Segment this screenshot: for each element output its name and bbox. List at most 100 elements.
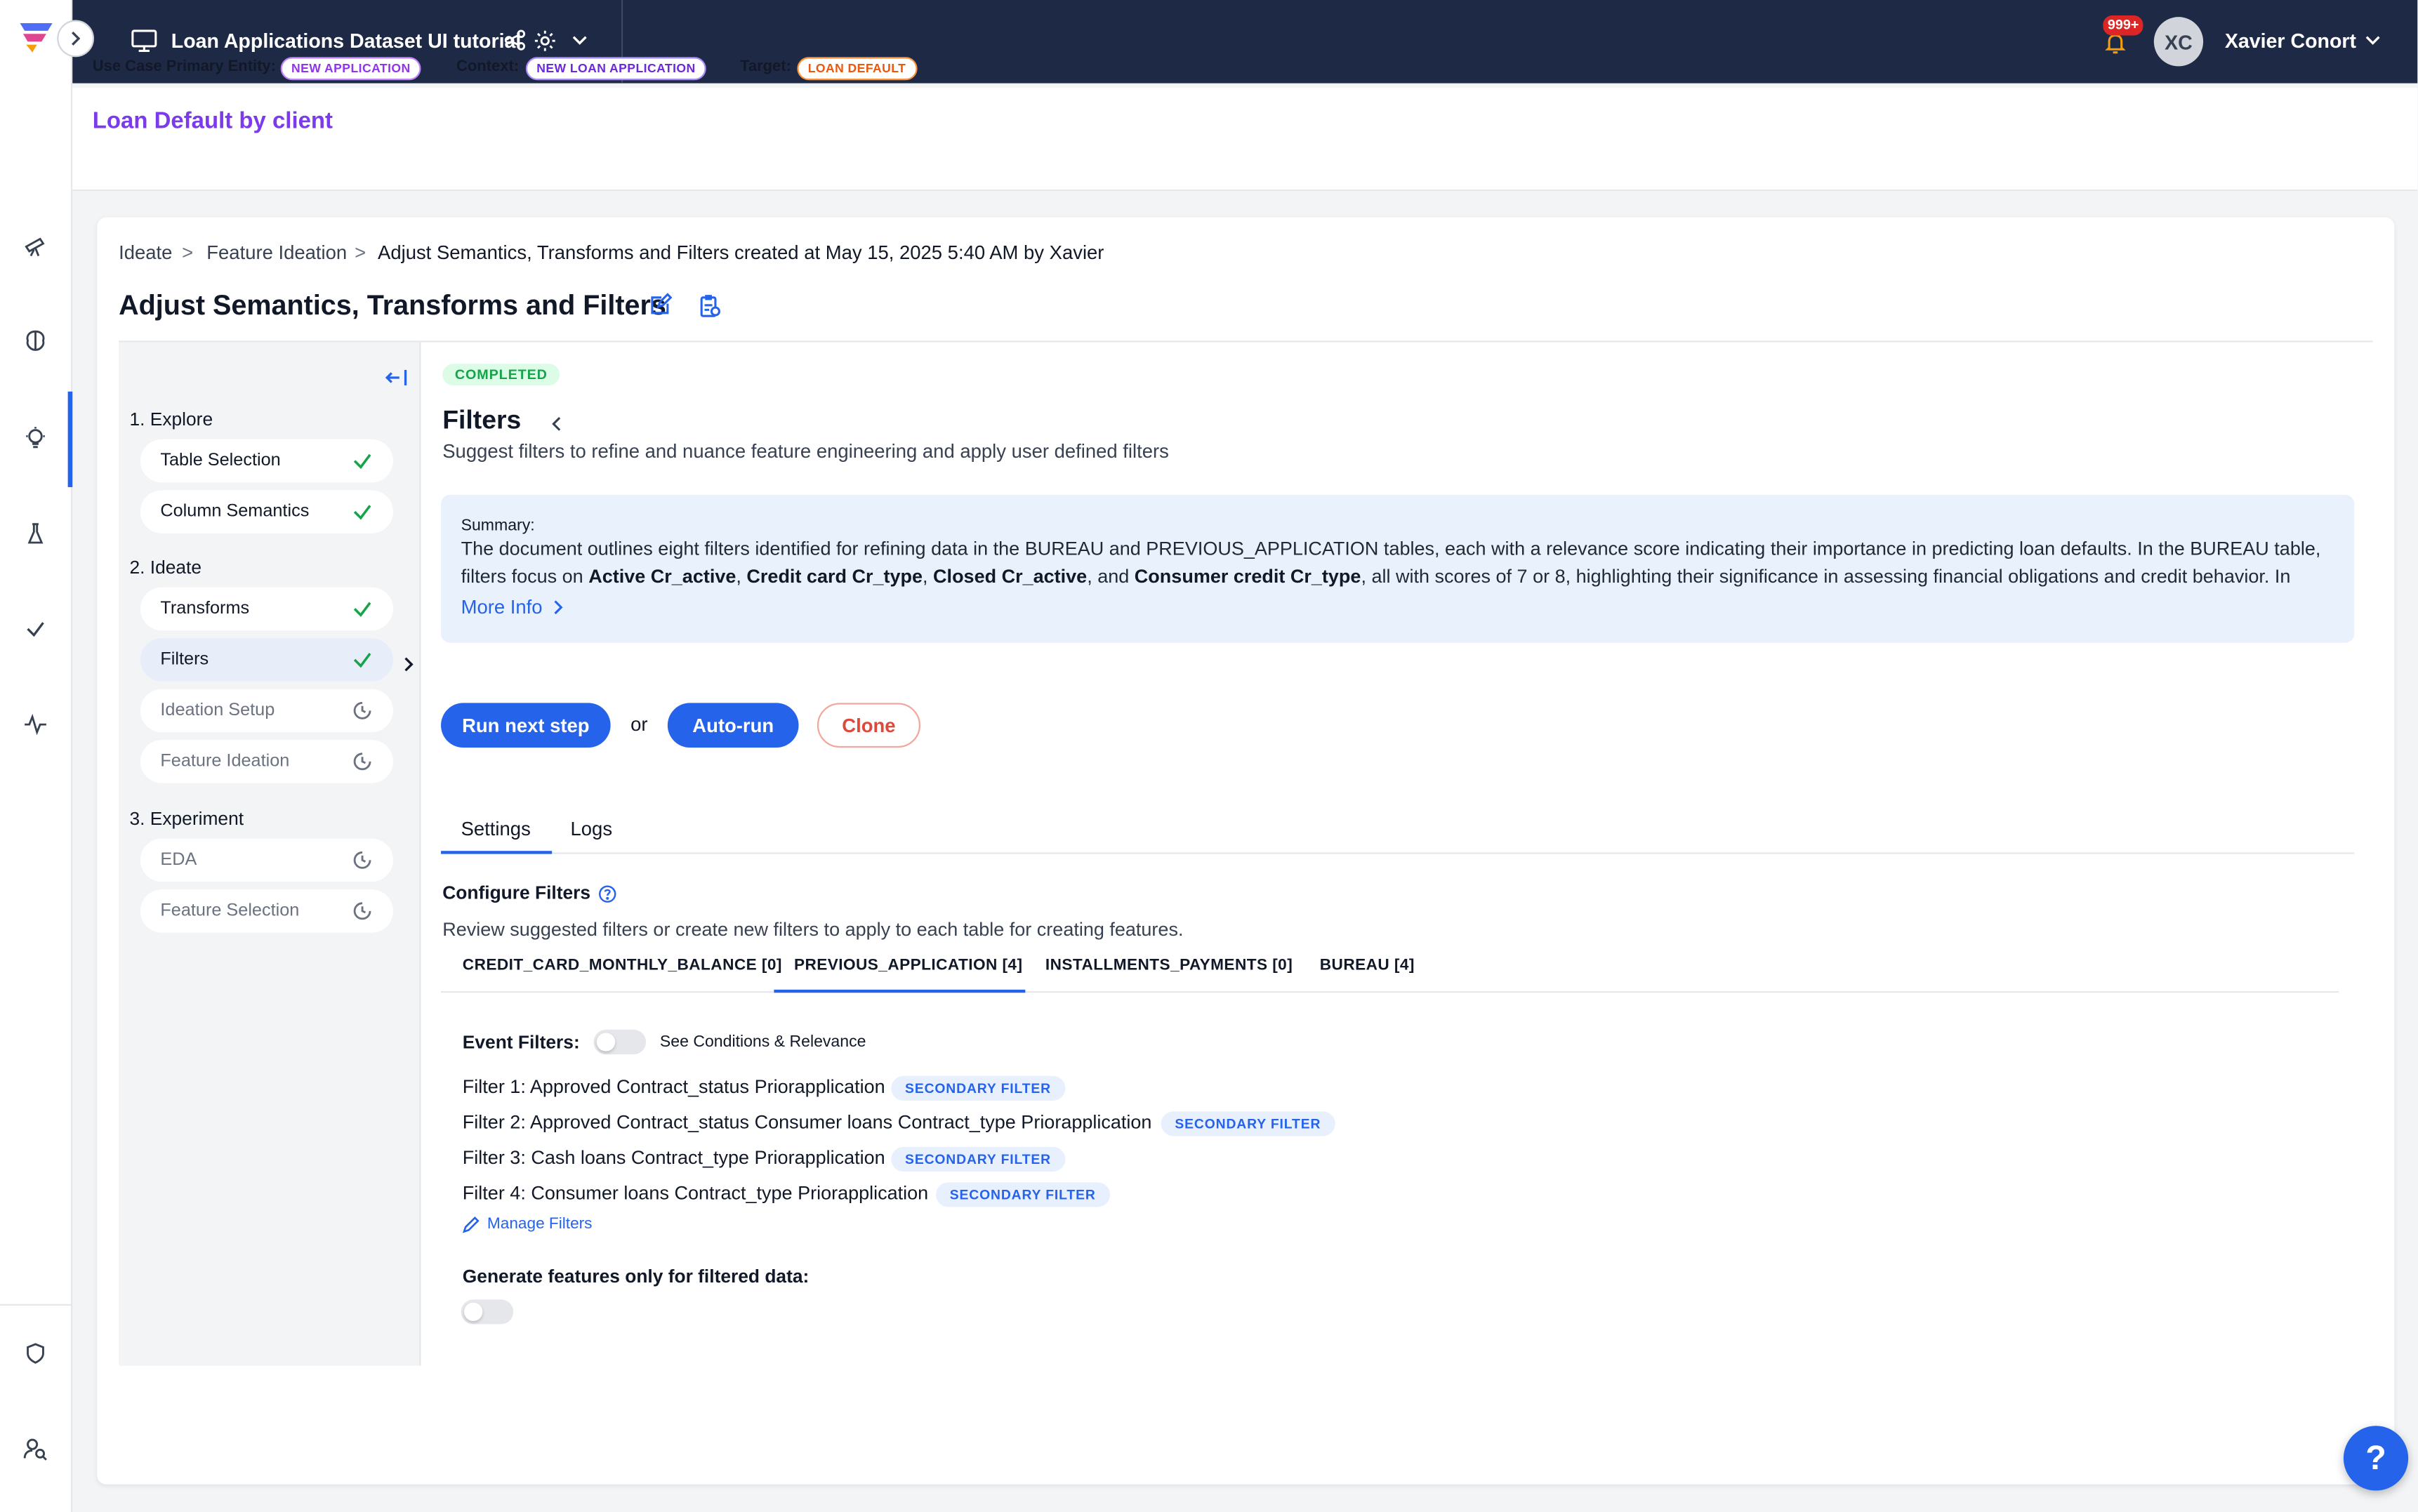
- step-label: Feature Selection: [160, 901, 300, 921]
- pending-clock-icon: [353, 902, 371, 920]
- configure-filters-description: Review suggested filters or create new f…: [442, 918, 1184, 941]
- rail-divider: [0, 1304, 73, 1306]
- table-tab-installments-payments[interactable]: INSTALLMENTS_PAYMENTS [0]: [1045, 957, 1293, 974]
- collapse-panel-icon[interactable]: [384, 367, 409, 389]
- step-label: EDA: [160, 851, 197, 870]
- summary-text: The document outlines eight filters iden…: [461, 538, 2321, 588]
- section-description: Suggest filters to refine and nuance fea…: [442, 441, 1169, 463]
- table-tab-previous-application[interactable]: PREVIOUS_APPLICATION [4]: [794, 957, 1022, 974]
- manage-filters-link[interactable]: Manage Filters: [462, 1216, 593, 1233]
- auto-run-button[interactable]: Auto-run: [667, 703, 799, 748]
- user-menu-chevron-icon[interactable]: [2359, 26, 2387, 54]
- step-label: Table Selection: [160, 451, 281, 470]
- chevron-right-icon: [554, 600, 563, 615]
- step-label: Ideation Setup: [160, 701, 275, 720]
- left-rail: [0, 0, 73, 1512]
- configure-filters-title: Configure Filters: [442, 882, 591, 903]
- context-badge[interactable]: NEW LOAN APPLICATION: [525, 57, 707, 81]
- user-name[interactable]: Xavier Conort: [2225, 29, 2356, 53]
- or-text: or: [630, 713, 648, 736]
- filter-item-2: Filter 2: Approved Contract_status Consu…: [462, 1111, 1152, 1134]
- shield-icon[interactable]: [18, 1337, 52, 1370]
- section-title: Filters: [442, 405, 522, 435]
- check-icon: [353, 505, 371, 520]
- breadcrumb-separator: >: [182, 241, 194, 264]
- status-badge: COMPLETED: [442, 364, 560, 385]
- table-tab-credit-card-monthly-balance[interactable]: CREDIT_CARD_MONTHLY_BALANCE [0]: [463, 957, 782, 974]
- gear-icon[interactable]: [530, 26, 558, 54]
- chevron-down-icon[interactable]: [566, 26, 594, 54]
- title-divider: [119, 340, 2373, 343]
- active-nav-indicator: [67, 391, 73, 487]
- tab-settings[interactable]: Settings: [461, 818, 531, 840]
- active-table-tab-indicator: [774, 989, 1026, 993]
- step-ideation-setup[interactable]: Ideation Setup: [140, 689, 393, 733]
- pending-clock-icon: [353, 851, 371, 869]
- breadcrumb-item-ideate[interactable]: Ideate: [119, 242, 172, 264]
- pending-clock-icon: [353, 701, 371, 719]
- use-case-header: Loan Default by client: [72, 88, 2418, 192]
- edit-icon[interactable]: [647, 293, 673, 317]
- see-conditions-label: See Conditions & Relevance: [659, 1033, 866, 1052]
- step-transforms[interactable]: Transforms: [140, 587, 393, 631]
- breadcrumb-separator: >: [355, 241, 366, 264]
- check-icon[interactable]: [18, 612, 52, 646]
- secondary-filter-badge: SECONDARY FILTER: [935, 1182, 1110, 1207]
- active-tab-indicator: [441, 851, 553, 854]
- context-label: Context:: [456, 58, 520, 76]
- more-info-link[interactable]: More Info: [461, 597, 563, 618]
- table-tab-bureau[interactable]: BUREAU [4]: [1320, 957, 1415, 974]
- expand-rail-button[interactable]: [57, 20, 94, 58]
- table-tabs-divider: [441, 991, 2339, 993]
- brain-icon[interactable]: [18, 324, 52, 357]
- page-title: Adjust Semantics, Transforms and Filters: [119, 289, 666, 321]
- pending-clock-icon: [353, 752, 371, 771]
- tabs-divider: [441, 852, 2355, 854]
- tab-logs[interactable]: Logs: [571, 818, 613, 840]
- primary-entity-label: Use Case Primary Entity:: [92, 58, 276, 76]
- step-filters[interactable]: Filters: [140, 638, 393, 682]
- target-badge[interactable]: LOAN DEFAULT: [797, 57, 917, 81]
- step-feature-ideation[interactable]: Feature Ideation: [140, 740, 393, 783]
- primary-entity-badge[interactable]: NEW APPLICATION: [280, 57, 421, 81]
- avatar[interactable]: XC: [2153, 17, 2204, 67]
- step-feature-selection[interactable]: Feature Selection: [140, 889, 393, 933]
- app-logo[interactable]: [15, 18, 55, 55]
- step-label: Transforms: [160, 599, 250, 618]
- step-label: Filters: [160, 650, 209, 670]
- flask-icon[interactable]: [18, 517, 52, 550]
- help-button[interactable]: ?: [2343, 1426, 2409, 1491]
- check-icon: [353, 653, 371, 668]
- lightbulb-icon[interactable]: [18, 421, 52, 455]
- check-icon: [353, 602, 371, 617]
- telescope-icon[interactable]: [18, 228, 52, 262]
- help-circle-icon[interactable]: [598, 883, 616, 903]
- share-icon[interactable]: [501, 26, 529, 54]
- step-column-semantics[interactable]: Column Semantics: [140, 490, 393, 533]
- activity-icon[interactable]: [18, 708, 52, 741]
- monitor-icon: [129, 26, 157, 54]
- event-filters-label: Event Filters:: [462, 1031, 580, 1053]
- user-search-icon[interactable]: [18, 1432, 52, 1466]
- pencil-icon: [462, 1216, 480, 1233]
- generate-features-label: Generate features only for filtered data…: [462, 1265, 810, 1287]
- clone-button[interactable]: Clone: [817, 703, 921, 748]
- see-conditions-toggle[interactable]: [593, 1029, 647, 1055]
- secondary-filter-badge: SECONDARY FILTER: [1161, 1111, 1335, 1136]
- current-step-chevron-icon: [402, 652, 415, 672]
- generate-filtered-toggle[interactable]: [461, 1299, 514, 1325]
- step-eda[interactable]: EDA: [140, 838, 393, 882]
- target-label: Target:: [740, 58, 791, 76]
- breadcrumb-item-feature-ideation[interactable]: Feature Ideation: [206, 242, 347, 264]
- use-case-title[interactable]: Loan Default by client: [93, 108, 333, 134]
- clipboard-icon[interactable]: [697, 293, 722, 317]
- step-label: Feature Ideation: [160, 752, 290, 771]
- chevron-left-icon[interactable]: [550, 411, 563, 431]
- app-title[interactable]: Loan Applications Dataset UI tutorial: [171, 29, 522, 53]
- breadcrumb-current: Adjust Semantics, Transforms and Filters…: [378, 241, 1104, 264]
- run-next-step-button[interactable]: Run next step: [441, 703, 611, 748]
- check-icon: [353, 453, 371, 470]
- secondary-filter-badge: SECONDARY FILTER: [891, 1075, 1065, 1101]
- step-table-selection[interactable]: Table Selection: [140, 439, 393, 483]
- summary-label: Summary:: [461, 516, 535, 536]
